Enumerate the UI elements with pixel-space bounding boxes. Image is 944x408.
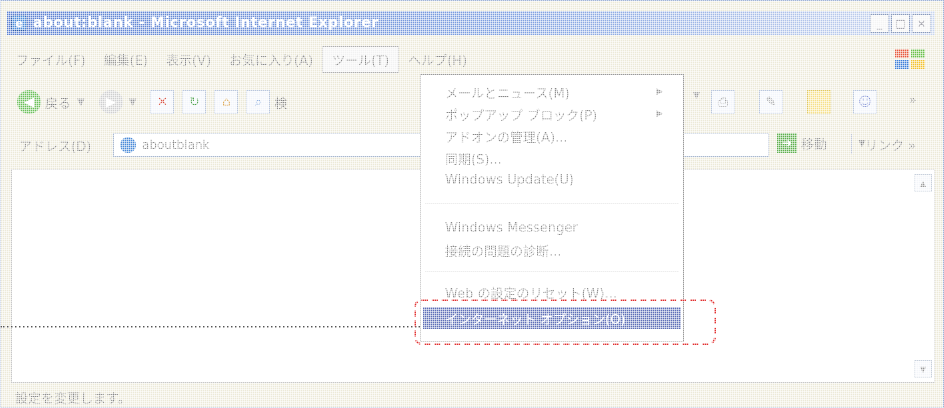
go-arrow-icon: ➜ bbox=[777, 133, 797, 153]
go-label: 移動 bbox=[801, 137, 828, 153]
chevron-down-icon[interactable]: ▼ bbox=[129, 97, 137, 108]
maximize-button[interactable]: □ bbox=[891, 14, 910, 33]
ie-logo-icon: e bbox=[11, 15, 27, 31]
menu-tools[interactable]: ツール(T) bbox=[322, 45, 400, 73]
folder-icon[interactable] bbox=[807, 90, 831, 114]
forward-arrow-icon: ▶ bbox=[98, 90, 123, 114]
edit-icon[interactable]: ✎ bbox=[759, 90, 783, 114]
home-icon[interactable]: ⌂ bbox=[214, 90, 239, 114]
menu-separator bbox=[425, 203, 679, 204]
chevron-down-icon[interactable]: ▼ bbox=[77, 97, 85, 108]
chevron-down-icon[interactable]: ▼ bbox=[693, 91, 700, 101]
menu-separator bbox=[425, 271, 679, 272]
submenu-arrow-icon: ▶ bbox=[656, 109, 663, 119]
scroll-down-icon[interactable]: ▼ bbox=[914, 360, 932, 378]
submenu-arrow-icon: ▶ bbox=[656, 87, 663, 97]
scroll-up-icon[interactable]: ▲ bbox=[914, 174, 932, 192]
page-icon bbox=[120, 137, 136, 153]
forward-button[interactable]: ▶ ▼ bbox=[98, 90, 143, 114]
back-button[interactable]: ◀ 戻る ▼ bbox=[7, 90, 91, 114]
minimize-button[interactable]: _ bbox=[870, 14, 889, 33]
title-bar[interactable]: e about:blank - Microsoft Internet Explo… bbox=[7, 11, 935, 35]
menu-item-label: ポップアップ ブロック(P) bbox=[445, 108, 598, 124]
menu-item-diagnose-connection[interactable]: 接続の問題の診断... bbox=[445, 241, 561, 260]
toolbar-more-icon[interactable]: » bbox=[909, 93, 916, 107]
address-label: アドレス(D) bbox=[19, 139, 92, 155]
go-button[interactable]: ➜ 移動 bbox=[777, 133, 827, 153]
menu-item-windows-messenger[interactable]: Windows Messenger bbox=[445, 219, 578, 237]
status-text: 設定を変更します。 bbox=[15, 391, 131, 407]
menu-bar: ファイル(F) 編集(E) 表示(V) お気に入り(A) ツール(T) ヘルプ(… bbox=[7, 45, 935, 73]
back-label: 戻る bbox=[45, 96, 72, 112]
menu-file[interactable]: ファイル(F) bbox=[7, 47, 95, 72]
menu-view[interactable]: 表示(V) bbox=[157, 47, 220, 72]
refresh-icon[interactable]: ↻ bbox=[182, 90, 207, 114]
close-button[interactable]: × bbox=[912, 14, 931, 33]
back-arrow-icon: ◀ bbox=[17, 90, 41, 114]
window-title: about:blank - Microsoft Internet Explore… bbox=[33, 15, 379, 31]
search-icon: ⌕ bbox=[246, 90, 271, 114]
links-button[interactable]: リンク » bbox=[865, 135, 916, 154]
menu-favorites[interactable]: お気に入り(A) bbox=[220, 47, 322, 72]
search-label: 検 bbox=[274, 96, 288, 112]
messenger-icon[interactable]: ☺ bbox=[853, 90, 877, 114]
annotation-highlight-box bbox=[414, 299, 716, 345]
stop-icon[interactable]: ✕ bbox=[150, 90, 175, 114]
window-controls: _ □ × bbox=[870, 14, 931, 33]
print-icon[interactable]: ⎙ bbox=[711, 90, 735, 114]
windows-logo-icon bbox=[893, 47, 927, 71]
menu-item-windows-update[interactable]: Windows Update(U) bbox=[445, 171, 574, 189]
menu-edit[interactable]: 編集(E) bbox=[95, 47, 157, 72]
menu-item-label: メールとニュース(M) bbox=[445, 86, 570, 102]
menu-item-sync[interactable]: 同期(S)... bbox=[445, 149, 502, 168]
annotation-dotted-line bbox=[0, 326, 420, 328]
menu-item-manage-addons[interactable]: アドオンの管理(A)... bbox=[445, 127, 567, 146]
menu-help[interactable]: ヘルプ(H) bbox=[399, 47, 476, 72]
search-button[interactable]: ⌕ 検 bbox=[246, 90, 287, 114]
menu-item-mail-news[interactable]: メールとニュース(M) ▶ bbox=[445, 83, 675, 102]
status-bar: 設定を変更します。 bbox=[7, 387, 935, 407]
menu-item-popup-blocker[interactable]: ポップアップ ブロック(P) ▶ bbox=[445, 105, 675, 124]
